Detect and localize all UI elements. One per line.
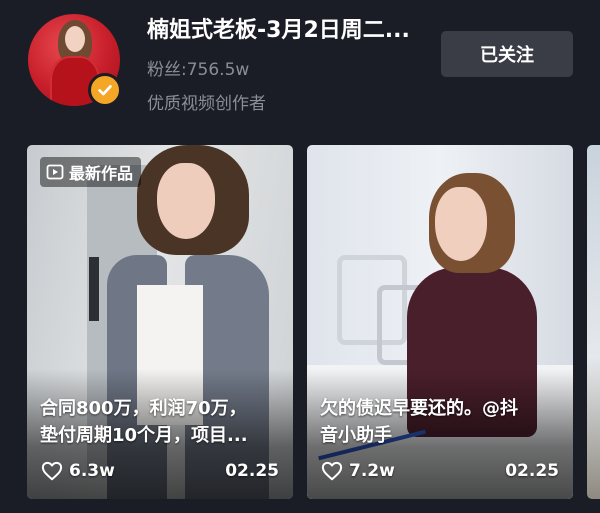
thumbnail-panel — [89, 257, 99, 321]
video-card[interactable]: 最新作品 合同800万，利润70万， 垫付周期10个月，项目... 6.3w 0… — [27, 145, 293, 499]
video-card-partial[interactable] — [587, 145, 600, 499]
thumbnail-face — [435, 187, 487, 261]
verified-check-icon — [88, 73, 122, 107]
heart-icon — [41, 461, 63, 481]
post-date: 02.25 — [505, 461, 559, 481]
video-caption: 合同800万，利润70万， 垫付周期10个月，项目... — [40, 395, 279, 449]
creator-tag: 优质视频创作者 — [147, 94, 266, 114]
video-card[interactable]: 欠的债迟早要还的。@抖 音小助手 7.2w 02.25 — [307, 145, 573, 499]
likes: 6.3w — [41, 461, 115, 481]
caption-line: 合同800万，利润70万， — [40, 398, 247, 419]
caption-line: 欠的债迟早要还的。@抖 — [320, 398, 518, 419]
likes-count: 7.2w — [349, 461, 395, 481]
video-icon — [46, 164, 64, 180]
post-date: 02.25 — [225, 461, 279, 481]
latest-badge-label: 最新作品 — [69, 164, 134, 183]
video-thumbnail — [587, 145, 600, 499]
following-button[interactable]: 已关注 — [441, 31, 573, 77]
video-stats: 7.2w 02.25 — [321, 459, 559, 483]
avatar-face — [65, 26, 85, 52]
account-name[interactable]: 楠姐式老板-3月2日周二... — [147, 12, 410, 44]
video-caption: 欠的债迟早要还的。@抖 音小助手 — [320, 395, 559, 449]
caption-line: 音小助手 — [320, 425, 392, 446]
likes: 7.2w — [321, 461, 395, 481]
thumbnail-face — [157, 163, 215, 239]
likes-count: 6.3w — [69, 461, 115, 481]
latest-badge: 最新作品 — [40, 157, 142, 187]
fans-count: 粉丝:756.5w — [147, 60, 250, 80]
caption-line: 垫付周期10个月，项目... — [40, 425, 248, 446]
video-stats: 6.3w 02.25 — [41, 459, 279, 483]
heart-icon — [321, 461, 343, 481]
